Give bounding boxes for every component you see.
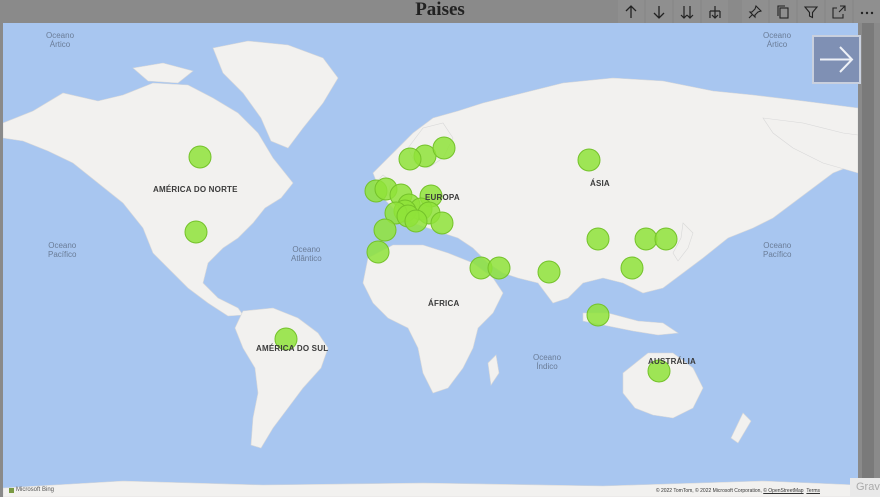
focus-mode-button[interactable] <box>826 0 852 23</box>
continent-label-africa: ÁFRICA <box>428 299 460 308</box>
bing-mark-icon <box>9 487 14 493</box>
focus-mode-icon <box>832 4 846 19</box>
next-page-button[interactable] <box>812 35 861 84</box>
next-level-button[interactable] <box>674 0 700 23</box>
country-bubble[interactable] <box>184 220 208 244</box>
continent-label-south-america: AMÉRICA DO SUL <box>256 344 329 353</box>
country-bubble[interactable] <box>487 256 511 280</box>
country-bubble[interactable] <box>188 145 212 169</box>
landmass-north-america <box>3 82 294 317</box>
ocean-label-indian: Oceano Índico <box>533 353 562 371</box>
arrow-up-icon <box>625 4 637 18</box>
arrow-down-icon <box>653 5 665 19</box>
expand-next-level-button[interactable] <box>702 0 728 23</box>
country-bubble[interactable] <box>586 227 610 251</box>
continent-label-europe: EUROPA <box>425 193 460 202</box>
ocean-label-arctic-left: Oceano Ártico <box>46 31 75 49</box>
country-bubble[interactable] <box>577 148 601 172</box>
vertical-scrollbar[interactable] <box>858 23 880 497</box>
country-bubble[interactable] <box>398 147 422 171</box>
country-bubble[interactable] <box>366 240 390 264</box>
country-bubble[interactable] <box>432 136 456 160</box>
landmass-madagascar <box>487 354 500 386</box>
copy-visual-button[interactable] <box>770 0 796 23</box>
country-bubble[interactable] <box>373 218 397 242</box>
country-bubble[interactable] <box>620 256 644 280</box>
country-bubble[interactable] <box>654 227 678 251</box>
country-bubble[interactable] <box>404 209 428 233</box>
visual-header: Paises <box>0 0 880 23</box>
visual-toolbar <box>616 0 880 23</box>
bing-logo: Microsoft Bing <box>9 487 54 493</box>
drill-up-button[interactable] <box>618 0 644 23</box>
corner-text: Grav <box>850 478 880 497</box>
ocean-label-arctic-right: Oceano Ártico <box>763 31 792 49</box>
landmass-canada-islands <box>132 62 194 84</box>
pin-visual-button[interactable] <box>742 0 768 23</box>
scrollbar-track[interactable] <box>862 23 874 497</box>
ocean-label-pacific-left: Oceano Pacífico <box>48 241 77 259</box>
filter-button[interactable] <box>798 0 824 23</box>
continent-label-north-america: AMÉRICA DO NORTE <box>153 185 238 194</box>
pin-icon <box>748 4 763 18</box>
terms-link[interactable]: Terms <box>806 488 820 494</box>
osm-link[interactable]: © OpenStreetMap <box>763 488 803 494</box>
more-options-icon <box>860 11 874 14</box>
map-attribution: © 2022 TomTom, © 2022 Microsoft Corporat… <box>656 488 820 494</box>
map-canvas[interactable]: Oceano Ártico Oceano Ártico Oceano Pacíf… <box>3 23 858 497</box>
drill-down-button[interactable] <box>646 0 672 23</box>
copy-icon <box>777 4 789 19</box>
double-arrow-down-icon <box>680 5 694 19</box>
landmass-new-zealand <box>730 412 752 444</box>
continent-label-asia: ÁSIA <box>590 179 610 188</box>
expand-hierarchy-icon <box>709 5 721 19</box>
filter-icon <box>803 5 819 18</box>
map-basemap <box>3 40 858 497</box>
attribution-text: © 2022 TomTom, © 2022 Microsoft Corporat… <box>655 488 764 494</box>
country-bubble[interactable] <box>634 227 658 251</box>
continent-label-australia: AUSTRÁLIA <box>648 357 697 366</box>
arrow-right-icon <box>820 46 854 73</box>
more-options-button[interactable] <box>854 0 880 23</box>
toolbar-gap <box>728 0 740 23</box>
bing-logo-text: Microsoft Bing <box>16 487 55 493</box>
ocean-label-atlantic: Oceano Atlântico <box>291 245 322 263</box>
country-bubble[interactable] <box>537 260 561 284</box>
ocean-label-pacific-right: Oceano Pacífico <box>763 241 792 259</box>
country-bubble[interactable] <box>430 211 454 235</box>
country-bubble[interactable] <box>586 303 610 327</box>
